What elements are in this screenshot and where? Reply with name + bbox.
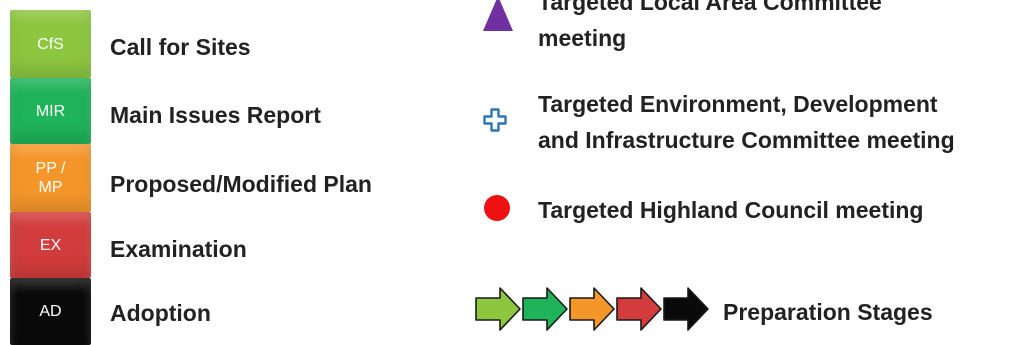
- legend-local-area-text: Targeted Local Area Committee meeting: [538, 0, 882, 56]
- legend-edi-line-1: Targeted Environment, Development: [538, 91, 938, 117]
- red-circle-icon: [484, 195, 510, 221]
- preparation-arrow-3: [569, 287, 615, 331]
- legend-council-text: Targeted Highland Council meeting: [538, 192, 924, 228]
- stage-label-cfs: Call for Sites: [110, 34, 251, 60]
- stage-box-cfs: CfS: [10, 10, 91, 78]
- preparation-arrow-1: [475, 287, 521, 331]
- purple-triangle-icon: [483, 0, 513, 31]
- blue-cross-icon: [483, 108, 507, 132]
- stage-box-pp-mp: PP / MP: [10, 144, 91, 212]
- preparation-arrow-5: [663, 287, 709, 331]
- preparation-arrow-2: [522, 287, 568, 331]
- legend-edi-line-2: and Infrastructure Committee meeting: [538, 127, 955, 153]
- stage-box-ad: AD: [10, 278, 91, 345]
- stage-box-ex: EX: [10, 212, 91, 278]
- legend-council-line-1: Targeted Highland Council meeting: [538, 197, 924, 223]
- stage-label-mir: Main Issues Report: [110, 102, 321, 128]
- stage-label-pp-mp: Proposed/Modified Plan: [110, 171, 372, 197]
- preparation-arrow-4: [616, 287, 662, 331]
- legend-local-area-line-1: Targeted Local Area Committee: [538, 0, 882, 15]
- legend-preparation-label: Preparation Stages: [723, 299, 933, 325]
- stage-label-ad: Adoption: [110, 300, 211, 326]
- stage-code-ex: EX: [39, 236, 62, 254]
- stage-code-cfs: CfS: [37, 35, 64, 53]
- legend-edi-text: Targeted Environment, Development and In…: [538, 86, 955, 158]
- stage-box-mir: MIR: [10, 78, 91, 144]
- legend-local-area-line-2: meeting: [538, 25, 627, 51]
- stage-code-mir: MIR: [35, 102, 66, 120]
- stage-code-pp-mp: PP / MP: [35, 160, 66, 196]
- stage-label-ex: Examination: [110, 236, 247, 262]
- stage-code-ad: AD: [39, 303, 62, 320]
- arrow-sequence-icon: [475, 287, 709, 331]
